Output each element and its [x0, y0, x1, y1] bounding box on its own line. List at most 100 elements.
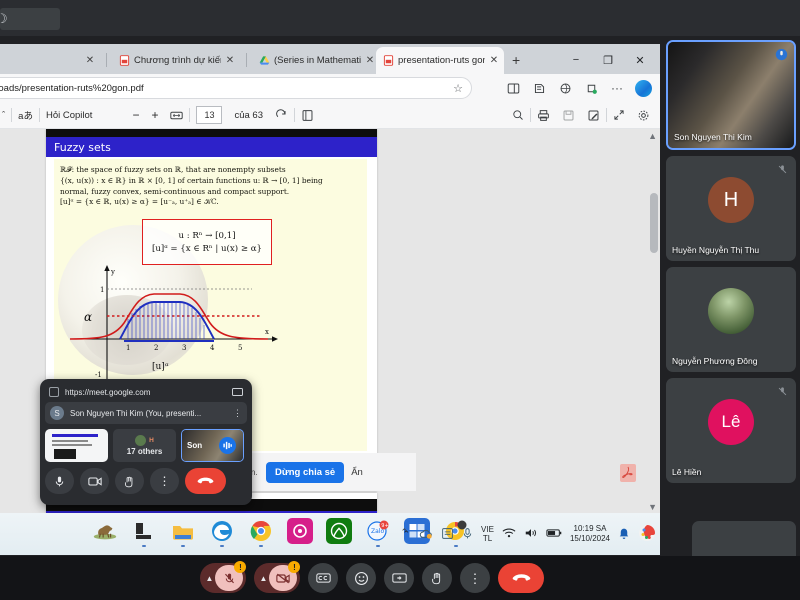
meet-floating-bubble[interactable]: https://meet.google.com S Son Nguyen Thi…	[40, 379, 252, 505]
lock-icon	[49, 387, 59, 397]
zalo-icon[interactable]: Zalo9+	[365, 518, 391, 544]
bell-icon[interactable]	[618, 527, 630, 542]
more-options-button[interactable]: ⋮	[150, 468, 179, 494]
maximize-button[interactable]: ❐	[592, 48, 624, 72]
pdf-toolbar-right	[506, 102, 656, 129]
browser-essentials-icon[interactable]	[552, 77, 578, 99]
browser-tab-1[interactable]: ab mới ✕	[0, 47, 100, 74]
browser-tab-2-close-icon[interactable]: ✕	[225, 56, 235, 66]
favorite-star-icon[interactable]: ☆	[453, 82, 463, 95]
axis-y-label: y	[110, 268, 115, 276]
scroll-down-icon[interactable]: ▼	[648, 502, 657, 512]
participant-tile-2[interactable]: H Huyền Nguyễn Thị Thu	[666, 156, 796, 261]
chrome-icon[interactable]	[248, 518, 274, 544]
hide-share-bar-button[interactable]: Ẩn	[351, 467, 363, 478]
browser-tab-3-close-icon[interactable]: ✕	[365, 56, 375, 66]
more-options-button[interactable]: ⋮	[460, 563, 490, 593]
raise-hand-button[interactable]	[422, 563, 452, 593]
paint-app-icon[interactable]	[638, 524, 656, 544]
scroll-up-icon[interactable]: ▲	[648, 131, 657, 141]
participant-tile-4[interactable]: Lê Lê Hiền	[666, 378, 796, 483]
copilot-button[interactable]	[630, 77, 656, 99]
chevron-up-icon[interactable]: ▲	[206, 574, 214, 583]
mic-off-icon[interactable]: !	[215, 565, 243, 591]
pdf-scrollbar[interactable]: ▲ ▼	[650, 133, 658, 510]
raise-hand-button[interactable]	[115, 468, 144, 494]
bubble-presenter-row[interactable]: S Son Nguyen Thi Kim (You, presenti... ⋮	[45, 402, 247, 424]
wifi-icon[interactable]	[502, 527, 516, 541]
self-video-tile[interactable]: Son	[181, 429, 244, 462]
battery-icon[interactable]	[546, 528, 562, 540]
settings-icon[interactable]	[631, 102, 656, 129]
xbox-icon[interactable]	[326, 518, 352, 544]
participant-name: Huyền Nguyễn Thị Thu	[672, 245, 759, 255]
screen-share-thumbnail[interactable]	[45, 429, 108, 462]
onedrive-icon[interactable]	[418, 527, 433, 542]
leave-call-button[interactable]	[185, 468, 226, 494]
notes-icon[interactable]	[441, 527, 454, 542]
read-aloud-button[interactable]: aあ	[12, 102, 39, 129]
participant-tile-3[interactable]: Nguyễn Phương Đông	[666, 267, 796, 372]
save-icon[interactable]	[556, 102, 581, 129]
collections-icon[interactable]	[526, 77, 552, 99]
language-indicator[interactable]: VIE TL	[481, 525, 494, 543]
pdf-back-icon[interactable]: ˆ	[0, 102, 11, 129]
rotate-icon[interactable]	[269, 102, 294, 129]
print-icon[interactable]	[531, 102, 556, 129]
horse-wallpaper-icon[interactable]	[92, 518, 118, 544]
extensions-icon[interactable]	[578, 77, 604, 99]
fit-page-icon[interactable]	[164, 102, 189, 129]
captions-button[interactable]	[308, 563, 338, 593]
pdf-scroll-thumb[interactable]	[650, 193, 658, 253]
ask-copilot-button[interactable]: Hỏi Copilot	[40, 102, 98, 129]
chevron-up-icon[interactable]: ▲	[260, 574, 268, 583]
address-input[interactable]: nloads/presentation-ruts%20gon.pdf	[0, 83, 453, 94]
address-input-wrapper[interactable]: nloads/presentation-ruts%20gon.pdf ☆	[0, 77, 472, 99]
mic-toggle[interactable]: ▲ !	[200, 563, 246, 593]
zoom-out-button[interactable]: −	[126, 102, 145, 129]
camera-toggle[interactable]: ▲ !	[254, 563, 300, 593]
picture-in-picture-icon[interactable]	[232, 388, 243, 396]
close-button[interactable]: ✕	[624, 48, 656, 72]
edge-icon[interactable]	[209, 518, 235, 544]
other-participants-tile[interactable]: H 17 others	[113, 429, 176, 462]
browser-tab-4[interactable]: presentation-ruts gon.pd ✕	[376, 47, 504, 74]
svg-text:5: 5	[238, 344, 242, 352]
more-vertical-icon[interactable]: ⋮	[233, 408, 242, 419]
mic-icon[interactable]	[462, 527, 473, 542]
leave-call-button[interactable]	[498, 563, 544, 593]
minimize-button[interactable]: −	[560, 48, 592, 72]
stop-sharing-button[interactable]: Dừng chia sẻ	[266, 462, 344, 483]
browser-tab-1-close-icon[interactable]: ✕	[85, 56, 95, 66]
split-screen-icon[interactable]	[500, 77, 526, 99]
participant-tile-self[interactable]: Son Nguyen Thi Kim	[666, 40, 796, 150]
search-icon[interactable]	[506, 102, 530, 129]
folder-icon[interactable]	[170, 518, 196, 544]
mic-off-icon	[53, 475, 66, 488]
more-icon[interactable]: ···	[604, 77, 630, 99]
bubble-controls: ⋮	[45, 468, 247, 494]
meet-bottom-controls: ▲ ! ▲ ! ⋮	[200, 563, 544, 593]
page-number-input[interactable]: 13	[196, 106, 222, 124]
camera-off-icon[interactable]: !	[269, 565, 297, 591]
browser-tab-4-close-icon[interactable]: ✕	[489, 56, 499, 66]
present-button[interactable]	[384, 563, 414, 593]
new-tab-button[interactable]: +	[512, 53, 520, 67]
show-hidden-icons-icon[interactable]: ⌃	[403, 529, 411, 540]
camera-button[interactable]	[80, 468, 109, 494]
mic-button[interactable]	[45, 468, 74, 494]
browser-tab-strip: ab mới ✕ Chương trình dự kiến Hộ ✕	[0, 44, 660, 74]
file-explorer-icon[interactable]	[131, 518, 157, 544]
browser-tab-3[interactable]: (Series in Mathematical / ✕	[252, 47, 380, 74]
emoji-button[interactable]	[346, 563, 376, 593]
alpha-cut-label: [u]ᵅ	[152, 362, 169, 372]
fullscreen-icon[interactable]	[607, 102, 631, 129]
page-layout-icon[interactable]	[295, 102, 320, 129]
app-pink-icon[interactable]	[287, 518, 313, 544]
clock[interactable]: 10:19 SA 15/10/2024	[570, 524, 610, 543]
draw-icon[interactable]	[581, 102, 606, 129]
volume-icon[interactable]	[524, 527, 538, 541]
svg-text:1: 1	[100, 286, 104, 294]
browser-tab-2[interactable]: Chương trình dự kiến Hộ ✕	[112, 47, 240, 74]
zoom-in-button[interactable]: +	[145, 102, 164, 129]
